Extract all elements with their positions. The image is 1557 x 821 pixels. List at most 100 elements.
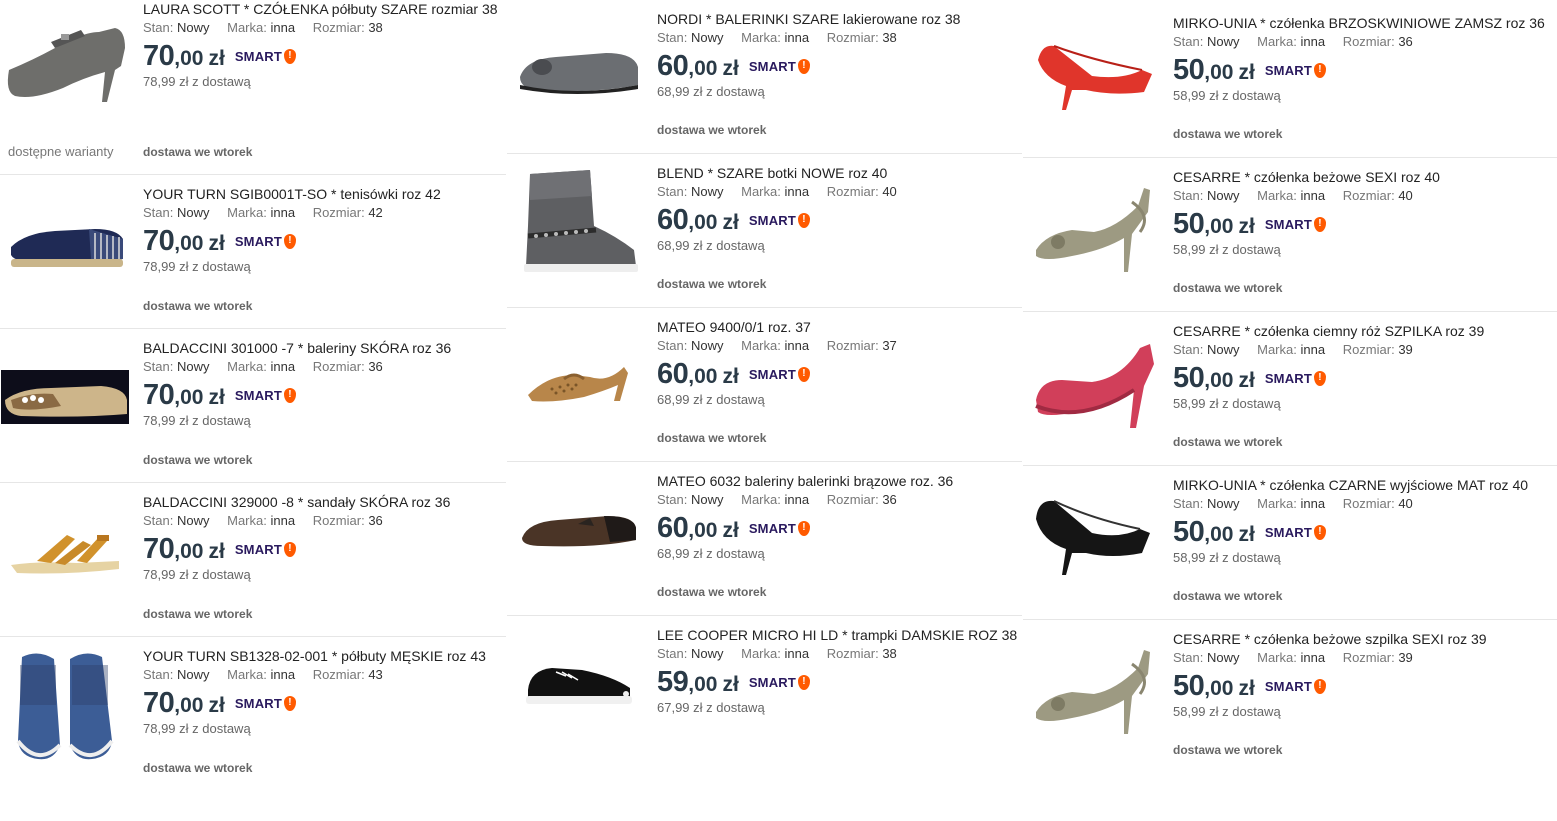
delivery-info: dostawa we wtorek	[143, 453, 253, 467]
price-integer: 50	[1173, 362, 1205, 394]
stan-value: Nowy	[1206, 34, 1240, 49]
listing-item[interactable]: BLEND * SZARE botki NOWE roz 40 Stan: No…	[507, 154, 1022, 308]
product-thumbnail[interactable]	[0, 8, 130, 108]
listing-title[interactable]: LEE COOPER MICRO HI LD * trampki DAMSKIE…	[657, 626, 1018, 644]
listing-title[interactable]: LAURA SCOTT * CZÓŁENKA półbuty SZARE roz…	[143, 0, 502, 18]
marka-value: inna	[1300, 496, 1326, 511]
delivery-info: dostawa we wtorek	[1173, 435, 1283, 449]
listing-title[interactable]: MATEO 6032 baleriny balerinki brązowe ro…	[657, 472, 1018, 490]
delivery-info: dostawa we wtorek	[143, 761, 253, 775]
listing-item[interactable]: MIRKO-UNIA * czółenka CZARNE wyjściowe M…	[1023, 466, 1557, 620]
price-currency: zł	[722, 365, 739, 388]
marka-value: inna	[270, 20, 296, 35]
listing-item[interactable]: MATEO 6032 baleriny balerinki brązowe ro…	[507, 462, 1022, 616]
product-thumbnail[interactable]	[1030, 638, 1158, 738]
listing-item[interactable]: MIRKO-UNIA * czółenka BRZOSKWINIOWE ZAMS…	[1023, 0, 1557, 158]
smart-icon	[1314, 525, 1327, 540]
available-variants-link[interactable]: dostępne warianty	[8, 144, 114, 159]
listing-title[interactable]: MIRKO-UNIA * czółenka BRZOSKWINIOWE ZAMS…	[1173, 14, 1553, 32]
listing-item[interactable]: MATEO 9400/0/1 roz. 37 Stan: Nowy Marka:…	[507, 308, 1022, 462]
product-thumbnail[interactable]	[0, 653, 130, 760]
listing-attributes: Stan: Nowy Marka: inna Rozmiar: 40	[1173, 187, 1553, 205]
listing-title[interactable]: CESARRE * czółenka beżowe SEXI roz 40	[1173, 168, 1553, 186]
listing-attributes: Stan: Nowy Marka: inna Rozmiar: 39	[1173, 649, 1553, 667]
listing-item[interactable]: CESARRE * czółenka beżowe szpilka SEXI r…	[1023, 620, 1557, 821]
listing-attributes: Stan: Nowy Marka: inna Rozmiar: 36	[1173, 33, 1553, 51]
product-thumbnail[interactable]	[514, 18, 642, 118]
product-thumbnail[interactable]	[514, 326, 642, 426]
rozmiar-label: Rozmiar:	[312, 20, 365, 35]
listing-title[interactable]: YOUR TURN SGIB0001T-SO * tenisówki roz 4…	[143, 185, 502, 203]
price-with-delivery: 58,99 zł z dostawą	[1173, 550, 1281, 565]
price-currency: zł	[722, 211, 739, 234]
listing-title[interactable]: NORDI * BALERINKI SZARE lakierowane roz …	[657, 10, 1018, 28]
tan-slingback-icon	[524, 345, 632, 407]
listing-item[interactable]: YOUR TURN SGIB0001T-SO * tenisówki roz 4…	[0, 175, 506, 329]
listing-item[interactable]: LEE COOPER MICRO HI LD * trampki DAMSKIE…	[507, 616, 1022, 821]
price: 70,00 zł SMART	[143, 533, 502, 565]
price-integer: 60	[657, 512, 689, 544]
marka-label: Marka:	[741, 184, 781, 199]
product-thumbnail[interactable]	[514, 480, 642, 580]
product-thumbnail[interactable]	[1030, 484, 1158, 584]
listing-item[interactable]: LAURA SCOTT * CZÓŁENKA półbuty SZARE roz…	[0, 0, 506, 175]
listing-item[interactable]: CESARRE * czółenka ciemny róż SZPILKA ro…	[1023, 312, 1557, 466]
product-thumbnail[interactable]	[1030, 176, 1158, 276]
marka-value: inna	[1300, 188, 1326, 203]
listing-title[interactable]: YOUR TURN SB1328-02-001 * półbuty MĘSKIE…	[143, 647, 502, 665]
beige-slingback-heel-icon	[1032, 638, 1156, 738]
marka-label: Marka:	[741, 492, 781, 507]
price-decimal: ,00	[1204, 677, 1234, 700]
smart-icon	[284, 388, 297, 403]
price-decimal: ,00	[174, 232, 204, 255]
delivery-info: dostawa we wtorek	[143, 299, 253, 313]
product-thumbnail[interactable]	[0, 193, 130, 293]
smart-icon	[1314, 371, 1327, 386]
grey-mary-jane-heel-icon	[3, 8, 127, 108]
listing-item[interactable]: BALDACCINI 329000 -8 * sandały SKÓRA roz…	[0, 483, 506, 637]
listing-attributes: Stan: Nowy Marka: inna Rozmiar: 40	[1173, 495, 1553, 513]
price-decimal: ,00	[1204, 61, 1234, 84]
product-thumbnail[interactable]	[514, 170, 642, 272]
smart-badge: SMART	[1265, 217, 1327, 232]
delivery-info: dostawa we wtorek	[143, 145, 253, 159]
listing-title[interactable]: CESARRE * czółenka beżowe szpilka SEXI r…	[1173, 630, 1553, 648]
stan-value: Nowy	[1206, 188, 1240, 203]
gold-ballerina-icon	[1, 370, 129, 424]
product-thumbnail[interactable]	[514, 634, 642, 734]
smart-label: SMART	[748, 59, 797, 74]
stan-value: Nowy	[690, 30, 724, 45]
rozmiar-value: 39	[1398, 650, 1413, 665]
listing-attributes: Stan: Nowy Marka: inna Rozmiar: 38	[657, 645, 1018, 663]
price-integer: 50	[1173, 54, 1205, 86]
product-thumbnail[interactable]	[1030, 22, 1158, 122]
price-with-delivery: 58,99 zł z dostawą	[1173, 242, 1281, 257]
smart-label: SMART	[234, 49, 283, 64]
listing-info: LEE COOPER MICRO HI LD * trampki DAMSKIE…	[657, 626, 1018, 716]
rozmiar-value: 43	[368, 667, 383, 682]
price-currency: zł	[722, 519, 739, 542]
listing-item[interactable]: NORDI * BALERINKI SZARE lakierowane roz …	[507, 0, 1022, 154]
listing-title[interactable]: BALDACCINI 301000 -7 * baleriny SKÓRA ro…	[143, 339, 502, 357]
marka-value: inna	[1300, 650, 1326, 665]
price: 70,00 zł SMART	[143, 225, 502, 257]
price-decimal: ,00	[174, 386, 204, 409]
stan-value: Nowy	[690, 492, 724, 507]
marka-value: inna	[1300, 342, 1326, 357]
listing-title[interactable]: CESARRE * czółenka ciemny róż SZPILKA ro…	[1173, 322, 1553, 340]
listing-title[interactable]: MATEO 9400/0/1 roz. 37	[657, 318, 1018, 336]
listing-item[interactable]: BALDACCINI 301000 -7 * baleriny SKÓRA ro…	[0, 329, 506, 483]
listing-title[interactable]: MIRKO-UNIA * czółenka CZARNE wyjściowe M…	[1173, 476, 1553, 494]
rozmiar-value: 37	[882, 338, 897, 353]
listing-title[interactable]: BALDACCINI 329000 -8 * sandały SKÓRA roz…	[143, 493, 502, 511]
stan-value: Nowy	[690, 646, 724, 661]
product-thumbnail[interactable]	[0, 501, 130, 601]
product-thumbnail[interactable]	[0, 347, 130, 447]
listing-title[interactable]: BLEND * SZARE botki NOWE roz 40	[657, 164, 1018, 182]
product-thumbnail[interactable]	[1030, 330, 1158, 430]
rozmiar-label: Rozmiar:	[826, 30, 879, 45]
listing-item[interactable]: CESARRE * czółenka beżowe SEXI roz 40 St…	[1023, 158, 1557, 312]
delivery-info: dostawa we wtorek	[1173, 589, 1283, 603]
listing-item[interactable]: YOUR TURN SB1328-02-001 * półbuty MĘSKIE…	[0, 637, 506, 821]
brown-ballerina-icon	[518, 506, 638, 554]
